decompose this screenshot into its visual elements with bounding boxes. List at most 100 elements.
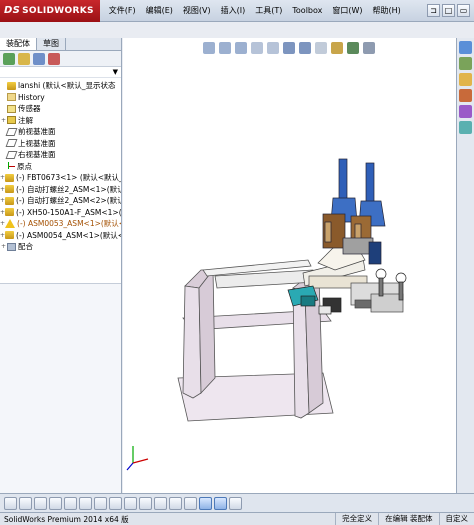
appearances-icon[interactable] xyxy=(459,105,472,118)
tree-item-asm0054[interactable]: + (-) ASM0054_ASM<1>(默认<默 xyxy=(0,230,121,242)
smart-dimension-icon[interactable] xyxy=(79,496,92,510)
tree-item-label: (-) FBT0673<1> (默认<默认_ xyxy=(16,173,121,183)
feature-manager-panel: 装配体 草图 ▼ lanshi (默认<默认_显示状态 History 传感器 … xyxy=(0,38,122,493)
open-icon[interactable]: ▭ xyxy=(457,4,470,17)
move-component-icon[interactable] xyxy=(169,496,182,510)
tree-item-label: lanshi (默认<默认_显示状态 xyxy=(18,81,116,91)
sketch-icon[interactable] xyxy=(64,496,77,510)
tree-item-label: (-) XH50-150A1-F_ASM<1>(默 xyxy=(16,207,121,217)
isometric-view-icon[interactable] xyxy=(199,496,212,510)
mate-icon[interactable] xyxy=(154,496,167,510)
custom-properties-icon[interactable] xyxy=(459,121,472,134)
plane-icon xyxy=(5,127,18,136)
assembly-icon xyxy=(5,185,15,194)
tree-item-top-plane[interactable]: 上视基准面 xyxy=(0,138,121,150)
line-icon[interactable] xyxy=(94,496,107,510)
tree-item-label: 前视基准面 xyxy=(18,127,56,137)
tree-item-origin[interactable]: 原点 xyxy=(0,161,121,173)
section-icon[interactable] xyxy=(229,496,242,510)
tree-item-label: 原点 xyxy=(17,161,32,171)
menu-tools[interactable]: 工具(T) xyxy=(250,0,287,22)
tree-item-label: 配合 xyxy=(18,242,33,252)
design-library-icon[interactable] xyxy=(459,57,472,70)
solidworks-logo[interactable]: DS SOLIDWORKS xyxy=(0,0,100,22)
previous-icon[interactable] xyxy=(4,496,17,510)
unit-system[interactable]: 自定义 xyxy=(438,513,474,525)
tree-filter-row: ▼ xyxy=(0,67,121,78)
assembly-icon xyxy=(5,173,15,182)
tree-item-label: (-) ASM0053_ASM<1>(默认<默 xyxy=(17,219,121,229)
display-manager-icon[interactable] xyxy=(48,52,60,65)
tree-item-fbt0673[interactable]: + (-) FBT0673<1> (默认<默认_ xyxy=(0,172,121,184)
mates-icon xyxy=(7,242,16,251)
app-name: SOLIDWORKS xyxy=(22,5,94,16)
feature-tree: lanshi (默认<默认_显示状态 History 传感器 + 注解 前视基准面… xyxy=(0,78,121,284)
menu-file[interactable]: 文件(F) xyxy=(104,0,141,22)
rectangle-icon[interactable] xyxy=(139,496,152,510)
tree-item-label: (-) 自动打螺丝2_ASM<2>(默认 xyxy=(16,196,121,206)
file-explorer-icon[interactable] xyxy=(459,73,472,86)
tab-sketch[interactable]: 草图 xyxy=(37,38,66,50)
property-manager-icon[interactable] xyxy=(18,52,30,65)
tree-item-front-plane[interactable]: 前视基准面 xyxy=(0,126,121,138)
definition-status: 完全定义 xyxy=(335,513,378,525)
tree-item-label: 上视基准面 xyxy=(18,138,56,148)
panel-tabs: 装配体 草图 xyxy=(0,38,121,51)
tree-item-sensors[interactable]: 传感器 xyxy=(0,103,121,115)
view-toolbar xyxy=(0,493,474,512)
configuration-manager-icon[interactable] xyxy=(33,52,45,65)
ds-logo-mark: DS xyxy=(4,5,21,16)
tree-item-label: 传感器 xyxy=(18,104,41,114)
status-bar: SolidWorks Premium 2014 x64 版 完全定义 在编辑 装… xyxy=(0,512,474,525)
graphics-area[interactable] xyxy=(123,38,456,493)
menu-edit[interactable]: 编辑(E) xyxy=(141,0,178,22)
shaded-edges-icon[interactable] xyxy=(214,496,227,510)
view-palette-icon[interactable] xyxy=(459,89,472,102)
tree-item-screw-asm-2[interactable]: + (-) 自动打螺丝2_ASM<2>(默认 xyxy=(0,195,121,207)
menu-toolbox[interactable]: Toolbox xyxy=(287,0,327,22)
product-version: SolidWorks Premium 2014 x64 版 xyxy=(4,514,129,524)
plane-icon xyxy=(5,139,18,148)
pin-icon[interactable]: ⊐ xyxy=(427,4,440,17)
menu-help[interactable]: 帮助(H) xyxy=(368,0,406,22)
menu-view[interactable]: 视图(V) xyxy=(178,0,216,22)
assembly-icon xyxy=(5,208,15,217)
tree-item-label: 右视基准面 xyxy=(18,150,56,160)
tree-item-asm0053[interactable]: +(-) ASM0053_ASM<1>(默认<默 xyxy=(0,218,121,230)
menu-window[interactable]: 窗口(W) xyxy=(327,0,367,22)
screw-drivers xyxy=(322,158,386,265)
tree-item-xh50[interactable]: + (-) XH50-150A1-F_ASM<1>(默 xyxy=(0,207,121,219)
pan-icon[interactable] xyxy=(34,496,47,510)
menu-insert[interactable]: 插入(I) xyxy=(216,0,251,22)
assembly-icon xyxy=(5,196,15,205)
filter-icon[interactable]: ▼ xyxy=(113,68,118,76)
coordinate-triad xyxy=(126,446,149,471)
assembly-icon xyxy=(7,81,16,90)
tree-item-mates[interactable]: + 配合 xyxy=(0,241,121,253)
assembly-model-view[interactable] xyxy=(123,38,456,493)
insert-component-icon[interactable] xyxy=(184,496,197,510)
tree-item-label: History xyxy=(18,92,45,102)
arc-icon[interactable] xyxy=(124,496,137,510)
tree-item-history[interactable]: History xyxy=(0,92,121,104)
menu-bar: 文件(F) 编辑(E) 视图(V) 插入(I) 工具(T) Toolbox 窗口… xyxy=(104,0,406,22)
history-folder-icon xyxy=(7,93,16,102)
tree-item-screw-asm-1[interactable]: + (-) 自动打螺丝2_ASM<1>(默认 xyxy=(0,184,121,196)
title-toolbar: ⊐ □ ▭ xyxy=(427,4,474,17)
tree-item-annotations[interactable]: + 注解 xyxy=(0,115,121,127)
feature-manager-icon[interactable] xyxy=(3,52,15,65)
rotate-icon[interactable] xyxy=(19,496,32,510)
new-document-icon[interactable]: □ xyxy=(442,4,455,17)
tree-item-root[interactable]: lanshi (默认<默认_显示状态 xyxy=(0,80,121,92)
assembly-icon xyxy=(5,231,15,240)
zoom-icon[interactable] xyxy=(49,496,62,510)
tree-item-right-plane[interactable]: 右视基准面 xyxy=(0,149,121,161)
solidworks-resources-icon[interactable] xyxy=(459,41,472,54)
expand-icon[interactable]: + xyxy=(0,117,7,124)
sensor-icon xyxy=(7,104,16,113)
warning-icon xyxy=(5,219,16,229)
expand-icon[interactable]: + xyxy=(0,243,7,250)
origin-icon xyxy=(7,162,15,170)
tab-assembly[interactable]: 装配体 xyxy=(0,38,37,50)
circle-icon[interactable] xyxy=(109,496,122,510)
